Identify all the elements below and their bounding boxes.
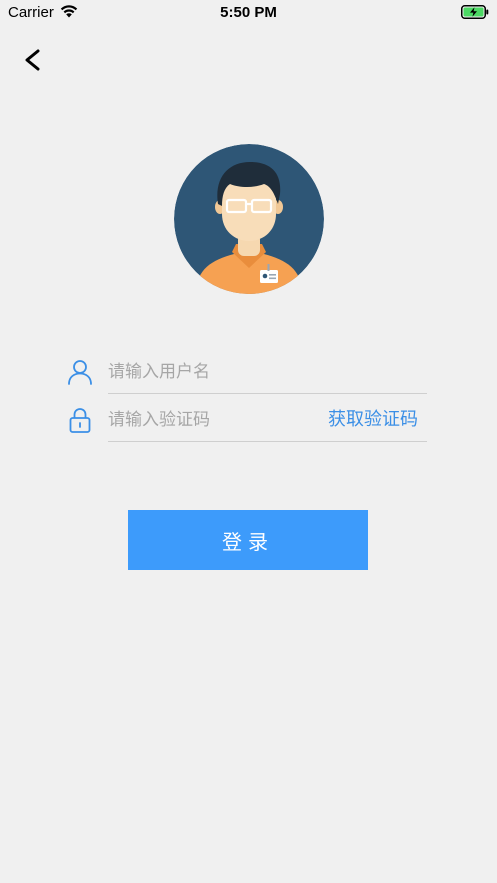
username-underline (108, 393, 427, 394)
avatar (174, 144, 324, 294)
code-row: 获取验证码 (66, 398, 427, 446)
status-time: 5:50 PM (220, 4, 277, 21)
login-button[interactable]: 登录 (128, 510, 368, 570)
chevron-left-icon (25, 49, 40, 71)
get-code-button[interactable]: 获取验证码 (328, 405, 418, 431)
username-input[interactable] (108, 356, 308, 388)
code-underline (108, 441, 427, 442)
user-avatar-illustration (174, 144, 324, 294)
back-button[interactable] (18, 44, 48, 76)
user-icon (68, 360, 92, 385)
battery-charging-icon (461, 5, 489, 19)
code-input[interactable] (108, 404, 308, 436)
lock-icon (69, 408, 91, 433)
username-row (66, 350, 427, 398)
status-bar: Carrier 5:50 PM (0, 0, 497, 26)
